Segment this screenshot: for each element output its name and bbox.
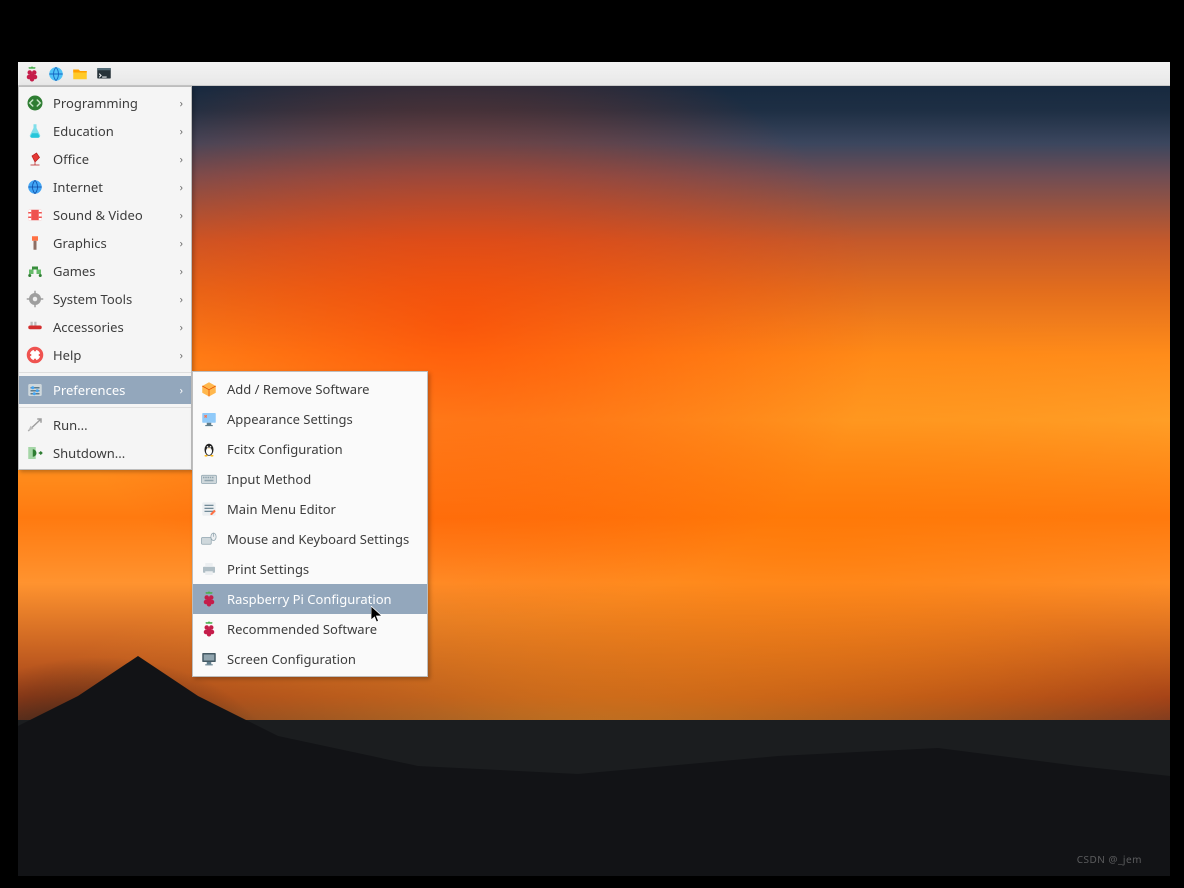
- knife-icon: [25, 317, 45, 337]
- chevron-right-icon: ›: [180, 98, 183, 109]
- games-icon: [25, 261, 45, 281]
- menu-item-office[interactable]: Office ›: [19, 145, 191, 173]
- menu-item-system-tools[interactable]: System Tools ›: [19, 285, 191, 313]
- submenu-item-raspberry-pi-configuration[interactable]: Raspberry Pi Configuration: [193, 584, 427, 614]
- taskbar: [18, 62, 1170, 86]
- submenu-item-fcitx-configuration[interactable]: Fcitx Configuration: [193, 434, 427, 464]
- menu-item-games[interactable]: Games ›: [19, 257, 191, 285]
- sliders-icon: [25, 380, 45, 400]
- code-icon: [25, 93, 45, 113]
- menu-item-help[interactable]: Help ›: [19, 341, 191, 369]
- menu-item-label: Sound & Video: [53, 206, 180, 224]
- chevron-right-icon: ›: [180, 154, 183, 165]
- submenu-item-appearance-settings[interactable]: Appearance Settings: [193, 404, 427, 434]
- penguin-icon: [199, 439, 219, 459]
- submenu-item-recommended-software[interactable]: Recommended Software: [193, 614, 427, 644]
- menu-divider: [19, 372, 191, 373]
- chevron-right-icon: ›: [180, 350, 183, 361]
- submenu-item-label: Appearance Settings: [227, 410, 419, 428]
- mouse-keyboard-icon: [199, 529, 219, 549]
- menu-item-graphics[interactable]: Graphics ›: [19, 229, 191, 257]
- chevron-right-icon: ›: [180, 182, 183, 193]
- watermark: CSDN @_jem: [1077, 852, 1142, 866]
- media-icon: [25, 205, 45, 225]
- chevron-right-icon: ›: [180, 266, 183, 277]
- menu-item-education[interactable]: Education ›: [19, 117, 191, 145]
- submenu-item-main-menu-editor[interactable]: Main Menu Editor: [193, 494, 427, 524]
- keyboard-icon: [199, 469, 219, 489]
- submenu-item-screen-configuration[interactable]: Screen Configuration: [193, 644, 427, 674]
- submenu-item-label: Add / Remove Software: [227, 380, 419, 398]
- menu-item-label: Graphics: [53, 234, 180, 252]
- menu-item-label: Accessories: [53, 318, 180, 336]
- raspberry-icon: [199, 589, 219, 609]
- submenu-item-label: Mouse and Keyboard Settings: [227, 530, 419, 548]
- submenu-item-print-settings[interactable]: Print Settings: [193, 554, 427, 584]
- chevron-right-icon: ›: [180, 238, 183, 249]
- chevron-right-icon: ›: [180, 322, 183, 333]
- menu-item-label: Education: [53, 122, 180, 140]
- chevron-right-icon: ›: [180, 210, 183, 221]
- menu-item-label: System Tools: [53, 290, 180, 308]
- raspberry-icon: [199, 619, 219, 639]
- menu-item-label: Shutdown...: [53, 444, 183, 462]
- menu-item-preferences[interactable]: Preferences ›: [19, 376, 191, 404]
- menu-item-run[interactable]: Run...: [19, 411, 191, 439]
- brush-icon: [25, 233, 45, 253]
- lifebuoy-icon: [25, 345, 45, 365]
- chevron-right-icon: ›: [180, 126, 183, 137]
- menu-item-accessories[interactable]: Accessories ›: [19, 313, 191, 341]
- menu-item-sound-video[interactable]: Sound & Video ›: [19, 201, 191, 229]
- package-icon: [199, 379, 219, 399]
- menu-editor-icon: [199, 499, 219, 519]
- file-manager-icon[interactable]: [70, 64, 90, 84]
- monitor-icon: [199, 649, 219, 669]
- menu-item-shutdown[interactable]: Shutdown...: [19, 439, 191, 467]
- lamp-icon: [25, 149, 45, 169]
- menu-item-label: Run...: [53, 416, 183, 434]
- wallpaper-foreground: [18, 616, 1170, 876]
- menu-raspberry-icon[interactable]: [22, 64, 42, 84]
- submenu-item-label: Main Menu Editor: [227, 500, 419, 518]
- run-icon: [25, 415, 45, 435]
- desktop: Programming › Education › Office › Inter…: [18, 62, 1170, 876]
- menu-item-label: Office: [53, 150, 180, 168]
- menu-item-label: Help: [53, 346, 180, 364]
- start-menu: Programming › Education › Office › Inter…: [18, 86, 192, 470]
- menu-divider: [19, 407, 191, 408]
- preferences-submenu: Add / Remove Software Appearance Setting…: [192, 371, 428, 677]
- printer-icon: [199, 559, 219, 579]
- desktop-pref-icon: [199, 409, 219, 429]
- menu-item-label: Internet: [53, 178, 180, 196]
- submenu-item-label: Raspberry Pi Configuration: [227, 590, 419, 608]
- submenu-item-add-remove-software[interactable]: Add / Remove Software: [193, 374, 427, 404]
- globe-icon: [25, 177, 45, 197]
- menu-item-programming[interactable]: Programming ›: [19, 89, 191, 117]
- gear-icon: [25, 289, 45, 309]
- submenu-item-label: Fcitx Configuration: [227, 440, 419, 458]
- submenu-item-mouse-keyboard-settings[interactable]: Mouse and Keyboard Settings: [193, 524, 427, 554]
- exit-icon: [25, 443, 45, 463]
- menu-item-label: Games: [53, 262, 180, 280]
- submenu-item-label: Input Method: [227, 470, 419, 488]
- flask-icon: [25, 121, 45, 141]
- submenu-item-input-method[interactable]: Input Method: [193, 464, 427, 494]
- menu-item-label: Preferences: [53, 381, 180, 399]
- submenu-item-label: Print Settings: [227, 560, 419, 578]
- menu-item-label: Programming: [53, 94, 180, 112]
- menu-item-internet[interactable]: Internet ›: [19, 173, 191, 201]
- web-browser-icon[interactable]: [46, 64, 66, 84]
- chevron-right-icon: ›: [180, 385, 183, 396]
- submenu-item-label: Screen Configuration: [227, 650, 419, 668]
- terminal-icon[interactable]: [94, 64, 114, 84]
- chevron-right-icon: ›: [180, 294, 183, 305]
- submenu-item-label: Recommended Software: [227, 620, 419, 638]
